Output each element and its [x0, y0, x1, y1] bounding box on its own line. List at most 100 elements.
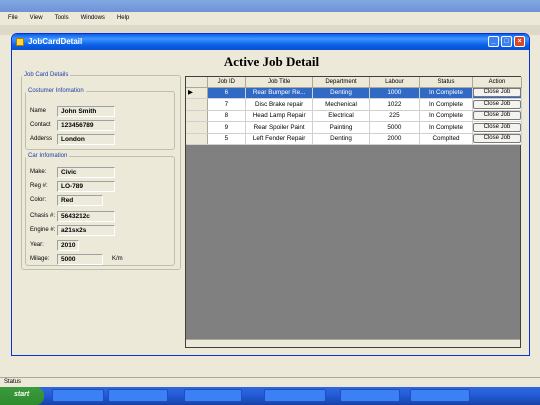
cell-status[interactable]: Complted [419, 133, 473, 145]
col-job-title[interactable]: Job Title [245, 77, 314, 88]
cell-job-title[interactable]: Rear Spoiler Paint [245, 121, 314, 134]
customer-name-label: Name [30, 108, 47, 114]
row-header[interactable] [186, 98, 208, 111]
car-year-label: Year: [30, 242, 44, 248]
table-row[interactable]: 9 Rear Spoiler Paint Painting 5000 In Co… [186, 121, 523, 134]
car-info-group: Car Infomation Make: Civic Reg #: LO-789… [25, 153, 175, 266]
taskbar-item[interactable] [264, 389, 326, 402]
window-title: JobCardDetail [28, 37, 83, 46]
cell-status[interactable]: In Complete [419, 98, 473, 111]
start-button[interactable]: start [0, 387, 44, 405]
car-engine-field[interactable]: a21sx2s [57, 225, 115, 236]
maximize-button[interactable]: □ [501, 36, 512, 47]
menu-windows[interactable]: Windows [81, 15, 105, 22]
cell-action: Close Job [472, 87, 523, 99]
cell-job-id[interactable]: 7 [207, 98, 247, 111]
customer-info-legend: Costumer Infomation [28, 88, 84, 94]
customer-name-field[interactable]: John Smith [57, 106, 115, 117]
car-mileage-label: Milage: [30, 256, 50, 262]
cell-job-title[interactable]: Left Fender Repair [245, 133, 314, 145]
cell-job-id[interactable]: 6 [207, 87, 247, 99]
cell-department[interactable]: Painting [312, 121, 370, 134]
taskbar-item[interactable] [184, 389, 242, 402]
jobs-table: Job ID Job Title Department Labour Statu… [186, 77, 523, 145]
car-reg-row: Reg #: LO-789 [30, 181, 170, 193]
car-engine-label: Engine #: [30, 227, 56, 233]
cell-action: Close Job [472, 133, 523, 145]
car-color-field[interactable]: Red [57, 195, 103, 206]
close-job-button[interactable]: Close Job [472, 134, 521, 144]
close-job-button[interactable]: Close Job [472, 111, 521, 121]
grid-corner [186, 77, 208, 88]
customer-contact-row: Contact 123456789 [30, 120, 170, 132]
cell-job-title[interactable]: Disc Brake repair [245, 98, 314, 111]
close-job-button[interactable]: Close Job [472, 99, 521, 109]
parent-menubar: File View Tools Windows Help [0, 13, 540, 24]
parent-window-title [0, 0, 540, 12]
jobs-grid[interactable]: Job ID Job Title Department Labour Statu… [185, 76, 523, 348]
row-header[interactable] [186, 133, 208, 145]
cell-labour[interactable]: 5000 [369, 121, 421, 134]
cell-job-title[interactable]: Rear Bumper Re... [245, 87, 314, 99]
cell-status[interactable]: In Complete [419, 87, 473, 99]
customer-address-row: Adderss London [30, 134, 170, 146]
menu-view[interactable]: View [30, 15, 43, 22]
cell-department[interactable]: Electrical [312, 110, 370, 122]
cell-department[interactable]: Denting [312, 133, 370, 145]
minimize-button[interactable]: _ [488, 36, 499, 47]
menu-tools[interactable]: Tools [55, 15, 69, 22]
close-job-button[interactable]: Close Job [472, 88, 521, 98]
close-job-button[interactable]: Close Job [472, 122, 521, 132]
col-action[interactable]: Action [472, 77, 523, 88]
customer-contact-label: Contact [30, 122, 51, 128]
cell-labour[interactable]: 225 [369, 110, 421, 122]
col-job-id[interactable]: Job ID [207, 77, 247, 88]
row-header[interactable] [186, 121, 208, 134]
taskbar-item[interactable] [340, 389, 400, 402]
col-labour[interactable]: Labour [369, 77, 421, 88]
customer-address-field[interactable]: London [57, 134, 115, 145]
col-department[interactable]: Department [312, 77, 370, 88]
cell-job-id[interactable]: 5 [207, 133, 247, 145]
car-mileage-field[interactable]: 5000 [57, 254, 103, 265]
cell-labour[interactable]: 1022 [369, 98, 421, 111]
table-row[interactable]: 5 Left Fender Repair Denting 2000 Complt… [186, 133, 523, 145]
table-row[interactable]: 7 Disc Brake repair Mechenical 1022 In C… [186, 98, 523, 111]
windows-taskbar: start [0, 387, 540, 405]
job-card-details-legend: Job Card Details [24, 72, 69, 78]
customer-contact-field[interactable]: 123456789 [57, 120, 115, 131]
cell-action: Close Job [472, 121, 523, 134]
cell-job-id[interactable]: 9 [207, 121, 247, 134]
menu-help[interactable]: Help [117, 15, 129, 22]
car-reg-field[interactable]: LO-789 [57, 181, 115, 192]
cell-department[interactable]: Denting [312, 87, 370, 99]
taskbar-item[interactable] [410, 389, 470, 402]
cell-job-id[interactable]: 8 [207, 110, 247, 122]
grid-horizontal-scrollbar[interactable] [186, 339, 520, 347]
taskbar-item[interactable] [108, 389, 168, 402]
row-header[interactable] [186, 110, 208, 122]
car-year-field[interactable]: 2010 [57, 240, 79, 251]
customer-name-row: Name John Smith [30, 106, 170, 118]
cell-labour[interactable]: 2000 [369, 133, 421, 145]
window-titlebar[interactable]: JobCardDetail _ □ × [12, 34, 529, 50]
customer-info-group: Costumer Infomation Name John Smith Cont… [25, 88, 175, 150]
col-status[interactable]: Status [419, 77, 473, 88]
car-reg-label: Reg #: [30, 183, 48, 189]
table-row[interactable]: ▶ 6 Rear Bumper Re... Denting 1000 In Co… [186, 87, 523, 99]
close-button[interactable]: × [514, 36, 525, 47]
cell-labour[interactable]: 1000 [369, 87, 421, 99]
cell-department[interactable]: Mechenical [312, 98, 370, 111]
taskbar-item[interactable] [52, 389, 104, 402]
car-make-field[interactable]: Civic [57, 167, 115, 178]
jobcard-detail-window: JobCardDetail _ □ × Active Job Detail Jo… [11, 33, 530, 356]
car-chassis-field[interactable]: 5643212c [57, 211, 115, 222]
cell-job-title[interactable]: Head Lamp Repair [245, 110, 314, 122]
car-chassis-row: Chasis #: 5643212c [30, 211, 170, 223]
table-row[interactable]: 8 Head Lamp Repair Electrical 225 In Com… [186, 110, 523, 122]
cell-action: Close Job [472, 98, 523, 111]
cell-status[interactable]: In Complete [419, 110, 473, 122]
car-engine-row: Engine #: a21sx2s [30, 225, 170, 237]
cell-status[interactable]: In Complete [419, 121, 473, 134]
menu-file[interactable]: File [8, 15, 18, 22]
